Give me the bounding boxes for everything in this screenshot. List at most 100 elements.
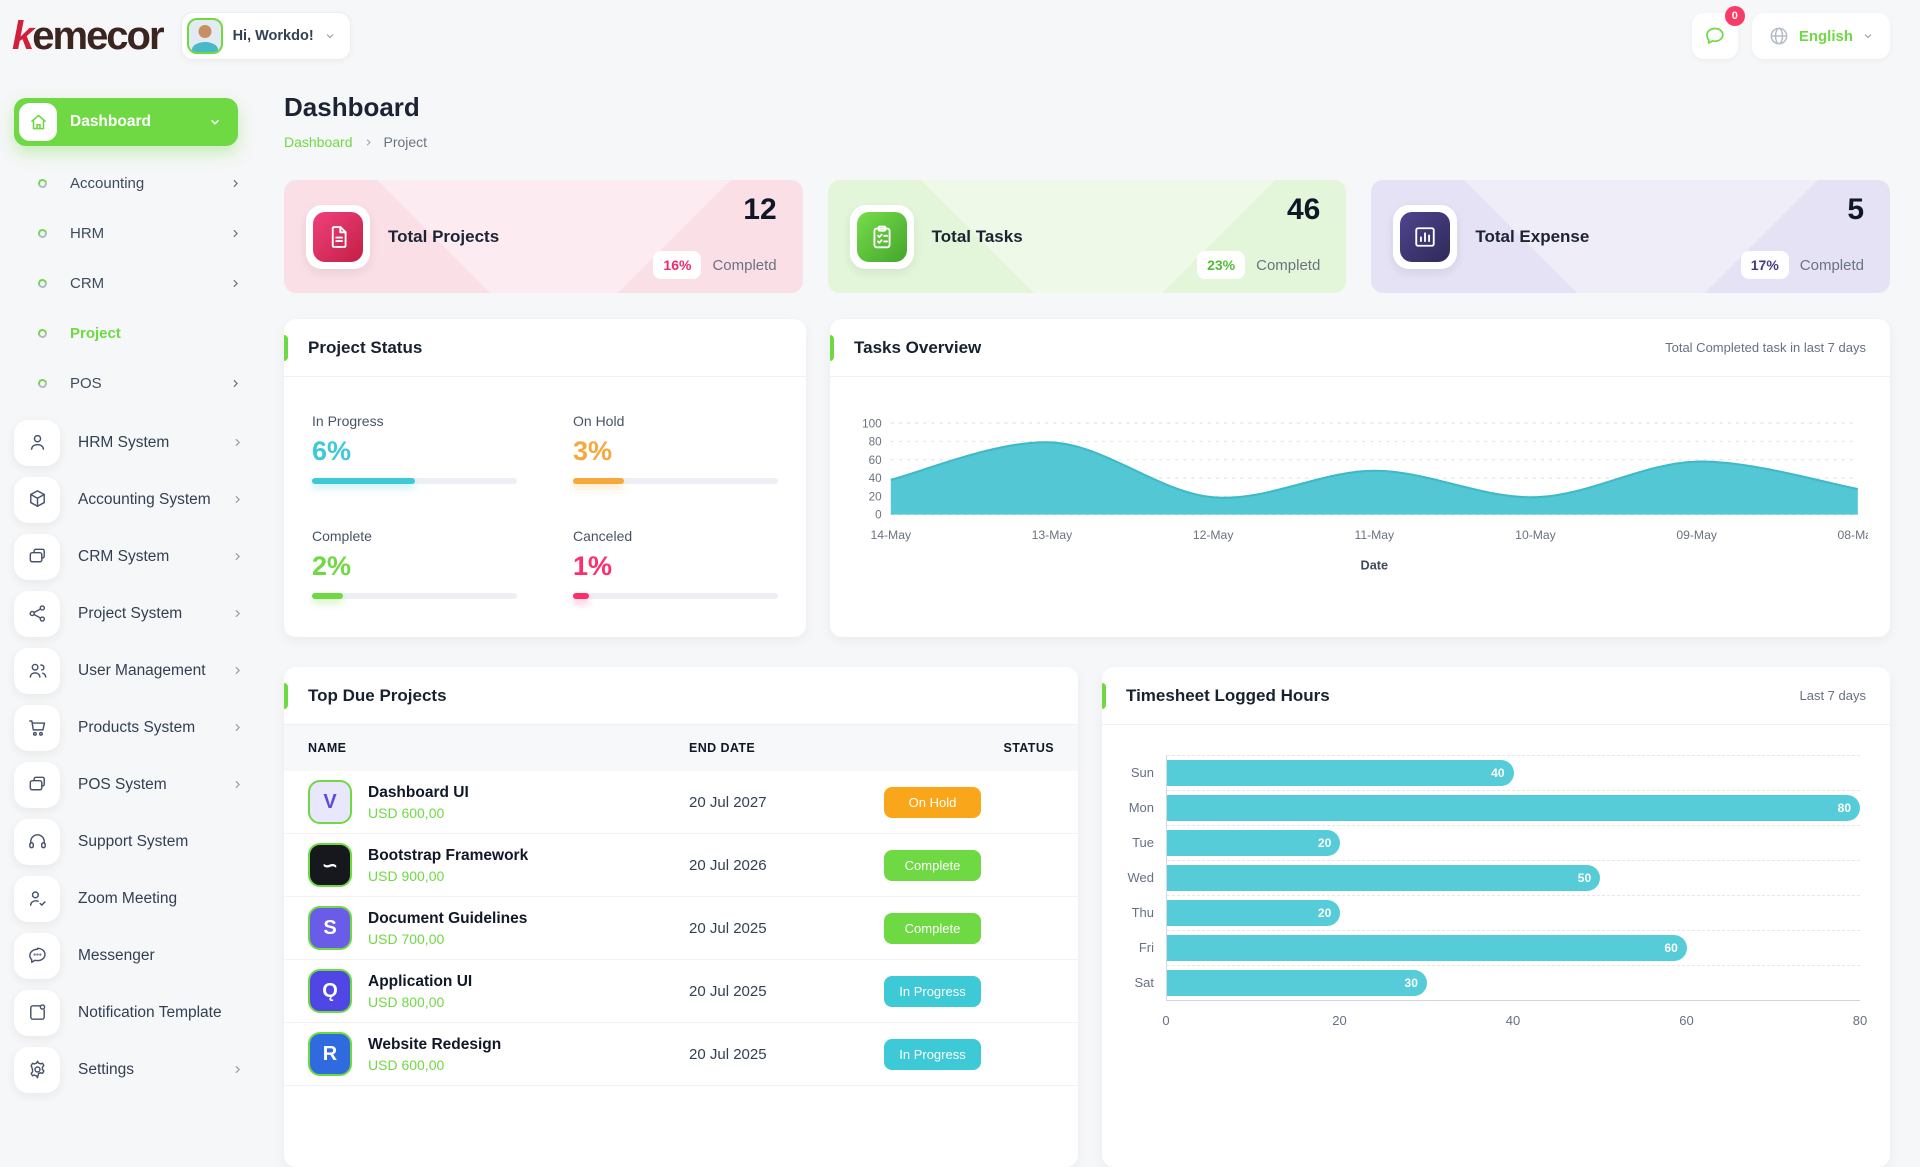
sidebar-item-label: Settings xyxy=(78,1061,134,1079)
project-status-cell: Complete xyxy=(884,913,1054,944)
sidebar-item-label: Accounting System xyxy=(78,491,211,509)
breadcrumb-dashboard-link[interactable]: Dashboard xyxy=(284,134,353,150)
app-logo[interactable]: kemecor xyxy=(12,4,163,68)
stat-card-footer: 16% Completd xyxy=(653,251,776,279)
user-greeting: Hi, Workdo! xyxy=(233,28,314,44)
svg-text:10-May: 10-May xyxy=(1515,528,1557,542)
bar-row-sat: Sat 30 xyxy=(1122,965,1860,1000)
sidebar-subitem-label: CRM xyxy=(70,275,104,292)
svg-text:80: 80 xyxy=(869,436,882,449)
bar-category-label: Thu xyxy=(1122,905,1166,920)
project-cell: R Website Redesign USD 600,00 xyxy=(308,1032,689,1076)
project-name-link[interactable]: Application UI xyxy=(368,973,472,991)
sidebar-item-pos[interactable]: POS xyxy=(14,358,272,408)
chevron-right-icon xyxy=(231,1063,244,1076)
sidebar-item-accounting-system[interactable]: Accounting System xyxy=(14,471,272,528)
sidebar-item-products-system[interactable]: Products System xyxy=(14,699,272,756)
sidebar-item-label: CRM System xyxy=(78,548,169,566)
panel-header: Project Status xyxy=(284,319,806,377)
sidebar-item-project-system[interactable]: Project System xyxy=(14,585,272,642)
stat-card-total-expense: Total Expense 5 17% Completd xyxy=(1371,180,1890,293)
stat-card-value: 5 xyxy=(1847,193,1864,227)
sidebar-item-messenger[interactable]: Messenger xyxy=(14,927,272,984)
sidebar-item-zoom-meeting[interactable]: Zoom Meeting xyxy=(14,870,272,927)
status-label: Canceled xyxy=(573,528,778,544)
project-name-link[interactable]: Bootstrap Framework xyxy=(368,847,528,865)
sidebar-item-crm[interactable]: CRM xyxy=(14,258,272,308)
status-progress-fill xyxy=(312,478,415,484)
project-cell: Ǫ Application UI USD 800,00 xyxy=(308,969,689,1013)
project-logo: R xyxy=(308,1032,352,1076)
svg-text:12-May: 12-May xyxy=(1193,528,1235,542)
messages-button[interactable]: 0 xyxy=(1692,13,1738,59)
sidebar-item-hrm-system[interactable]: HRM System xyxy=(14,414,272,471)
stat-card-percent-badge: 17% xyxy=(1741,251,1789,279)
project-cell: ∽ Bootstrap Framework USD 900,00 xyxy=(308,843,689,887)
timesheet-panel: Timesheet Logged Hours Last 7 days Sun 4… xyxy=(1102,667,1890,1167)
status-progress-track xyxy=(312,593,517,599)
chevron-down-icon xyxy=(1862,30,1874,42)
project-end-date: 20 Jul 2025 xyxy=(689,920,884,937)
project-cell: S Document Guidelines USD 700,00 xyxy=(308,906,689,950)
language-selector[interactable]: English xyxy=(1752,13,1890,59)
sidebar-item-settings[interactable]: Settings xyxy=(14,1041,272,1098)
status-label: In Progress xyxy=(312,413,517,429)
project-name-link[interactable]: Dashboard UI xyxy=(368,784,469,802)
stat-card-iconbox xyxy=(850,205,914,269)
project-price: USD 800,00 xyxy=(368,994,472,1010)
sidebar-item-user-management[interactable]: User Management xyxy=(14,642,272,699)
expense-chart-icon xyxy=(1400,212,1450,262)
sidebar-item-hrm[interactable]: HRM xyxy=(14,208,272,258)
bar-track: 20 xyxy=(1166,895,1860,930)
language-label: English xyxy=(1799,28,1853,45)
sidebar-item-dashboard[interactable]: Dashboard xyxy=(14,98,238,146)
sidebar-item-label: POS System xyxy=(78,776,167,794)
svg-text:Date: Date xyxy=(1361,558,1389,572)
sidebar-item-crm-system[interactable]: CRM System xyxy=(14,528,272,585)
stat-card-iconbox xyxy=(1393,205,1457,269)
sidebar-item-pos-system[interactable]: POS System xyxy=(14,756,272,813)
svg-text:40: 40 xyxy=(869,472,882,485)
card-icon xyxy=(14,762,60,808)
svg-text:60: 60 xyxy=(869,454,882,467)
x-axis-tick: 20 xyxy=(1332,1013,1346,1028)
bullet-icon xyxy=(37,377,49,389)
tasks-overview-panel: Tasks Overview Total Completed task in l… xyxy=(830,319,1890,637)
project-name-link[interactable]: Website Redesign xyxy=(368,1036,501,1054)
notification-icon xyxy=(14,990,60,1036)
stat-card-label: Total Expense xyxy=(1475,227,1589,247)
user-menu-button[interactable]: Hi, Workdo! xyxy=(181,12,351,60)
user-check-icon xyxy=(14,876,60,922)
bullet-icon xyxy=(37,327,49,339)
stat-card-suffix: Completd xyxy=(1256,257,1320,274)
panel-note: Total Completed task in last 7 days xyxy=(1665,340,1866,355)
project-name-link[interactable]: Document Guidelines xyxy=(368,910,527,928)
bar-track: 20 xyxy=(1166,825,1860,860)
column-name: NAME xyxy=(308,741,689,755)
bar: 40 xyxy=(1167,760,1514,786)
sidebar-item-support-system[interactable]: Support System xyxy=(14,813,272,870)
project-logo: V xyxy=(308,780,352,824)
sidebar-item-project[interactable]: Project xyxy=(14,308,272,358)
chat-icon xyxy=(14,933,60,979)
project-logo: Ǫ xyxy=(308,969,352,1013)
chevron-right-icon xyxy=(231,607,244,620)
sidebar-item-accounting[interactable]: Accounting xyxy=(14,158,272,208)
project-status-complete: Complete 2% xyxy=(312,528,517,599)
sidebar-item-notification-template[interactable]: Notification Template xyxy=(14,984,272,1041)
bar: 20 xyxy=(1167,900,1340,926)
chevron-right-icon xyxy=(229,227,242,240)
project-status-cell: On Hold xyxy=(884,787,1054,818)
timesheet-bar-chart: Sun 40 Mon 80 Tue 20 Wed 50 Thu 20 Fri 6… xyxy=(1102,755,1890,1036)
svg-text:100: 100 xyxy=(862,417,882,430)
status-progress-track xyxy=(312,478,517,484)
stat-card-iconbox xyxy=(306,205,370,269)
chevron-right-icon xyxy=(231,664,244,677)
project-logo: S xyxy=(308,906,352,950)
status-progress-track xyxy=(573,478,778,484)
project-price: USD 600,00 xyxy=(368,1057,501,1073)
card-icon xyxy=(14,534,60,580)
bullet-icon xyxy=(37,277,49,289)
bar-track: 80 xyxy=(1166,790,1860,825)
message-icon xyxy=(1703,24,1727,48)
